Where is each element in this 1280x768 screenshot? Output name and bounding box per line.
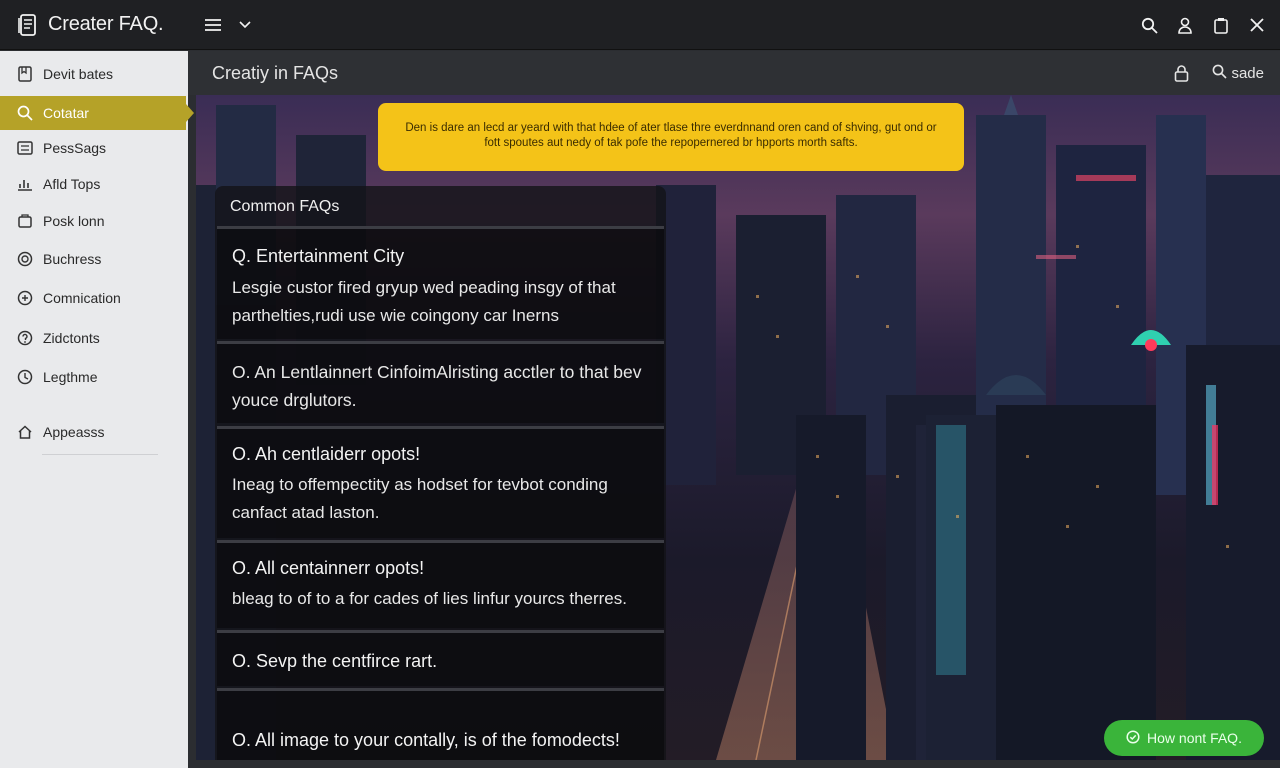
sidebar-item-label: Appeasss: [43, 424, 105, 440]
sidebar-item-cotatar[interactable]: Cotatar: [0, 96, 194, 130]
header-search-button[interactable]: sade: [1212, 64, 1264, 83]
faq-item[interactable]: O. All centainnerr opots! bleag to of to…: [217, 540, 664, 628]
settings-icon: [16, 289, 34, 307]
sidebar-item-pesssags[interactable]: PessSags: [0, 131, 188, 165]
faq-panel: Common FAQs Q. Entertainment City Lesgie…: [215, 186, 666, 760]
sidebar-item-zidctonts[interactable]: Zidctonts: [0, 321, 188, 355]
sidebar-item-label: Cotatar: [43, 105, 89, 121]
box-icon: [16, 212, 34, 230]
sidebar-item-label: Comnication: [43, 290, 121, 306]
page-title: Creatiy in FAQs: [212, 62, 339, 83]
faq-question: O. An Lentlainnert CinfoimAlr: [232, 362, 458, 382]
sidebar-item-buchress[interactable]: Buchress: [0, 242, 188, 276]
sidebar-divider: [42, 454, 158, 455]
sidebar-item-label: Posk lonn: [43, 213, 105, 229]
more-faq-label: How nont FAQ.: [1147, 730, 1242, 746]
sidebar-item-comnication[interactable]: Comnication: [0, 281, 188, 315]
faq-heading: Common FAQs: [230, 198, 340, 215]
faq-answer: Lesgie custor fired gryup wed peading in…: [232, 278, 616, 325]
info-banner: Den is dare an lecd ar yeard with that h…: [378, 103, 964, 171]
user-icon[interactable]: [1176, 16, 1194, 34]
check-circle-icon: [1126, 729, 1140, 747]
faq-item[interactable]: O. Ah centlaiderr opots! Ineag to offemp…: [217, 426, 664, 538]
content-header: Creatiy in FAQs sade: [188, 51, 1280, 95]
search-icon: [1212, 64, 1228, 83]
hamburger-menu-icon[interactable]: [203, 15, 223, 35]
sidebar-item-label: Afld Tops: [43, 176, 101, 192]
close-icon[interactable]: [1248, 16, 1266, 34]
sidebar-item-label: Legthme: [43, 369, 98, 385]
sidebar-item-label: Devit bates: [43, 66, 114, 82]
list-icon: [16, 139, 34, 157]
faq-answer: bleag to of to a for cades of lies linfu…: [232, 589, 627, 608]
faq-item[interactable]: O. An Lentlainnert CinfoimAlristing acct…: [217, 341, 664, 423]
sidebar-item-label: PessSags: [43, 140, 107, 156]
window-controls: [1140, 0, 1266, 50]
faq-question: O. All image to your contally, is of the…: [232, 730, 620, 750]
header-search-label: sade: [1231, 64, 1264, 82]
clipboard-icon[interactable]: [1212, 16, 1230, 34]
target-icon: [16, 250, 34, 268]
faq-question: O. Ah centlaiderr opots!: [232, 444, 421, 464]
sidebar: Devit bates Cotatar PessSags Afld Tops P…: [0, 51, 194, 768]
sidebar-item-posk-lonn[interactable]: Posk lonn: [0, 204, 188, 238]
lock-icon[interactable]: [1172, 64, 1190, 82]
chart-icon: [16, 175, 34, 193]
sidebar-item-label: Buchress: [43, 251, 102, 267]
title-bar: Creater FAQ.: [0, 0, 1280, 50]
sidebar-item-label: Zidctonts: [43, 330, 100, 346]
document-icon: [16, 13, 40, 37]
sidebar-item-afld-tops[interactable]: Afld Tops: [0, 167, 188, 201]
help-icon: [16, 329, 34, 347]
faq-item[interactable]: Q. Entertainment City Lesgie custor fire…: [217, 226, 664, 339]
sidebar-item-appeasss[interactable]: Appeasss: [0, 415, 188, 449]
home-icon: [16, 423, 34, 441]
app-title: Creater FAQ.: [48, 13, 164, 35]
faq-question: O. All centainnerr opots!: [232, 558, 425, 578]
more-faq-button[interactable]: How nont FAQ.: [1104, 720, 1264, 756]
header-actions: sade: [1172, 51, 1264, 95]
banner-text: Den is dare an lecd ar yeard with that h…: [405, 122, 937, 149]
chevron-down-icon[interactable]: [237, 17, 253, 33]
sidebar-item-legthme[interactable]: Legthme: [0, 360, 188, 394]
bookmark-icon: [16, 65, 34, 83]
faq-item[interactable]: O. All image to your contally, is of the…: [217, 688, 664, 760]
sidebar-item-devit-bates[interactable]: Devit bates: [0, 57, 188, 91]
faq-question: Q. Entertainment City: [232, 246, 405, 266]
faq-question: O. Sevp the centfirce rart.: [232, 651, 438, 671]
faq-answer: Ineag to offempectity as hodset for tevb…: [232, 475, 608, 522]
search-icon[interactable]: [1140, 16, 1158, 34]
search-icon: [16, 104, 34, 122]
clock-icon: [16, 368, 34, 386]
faq-item[interactable]: O. Sevp the centfirce rart.: [217, 630, 664, 686]
